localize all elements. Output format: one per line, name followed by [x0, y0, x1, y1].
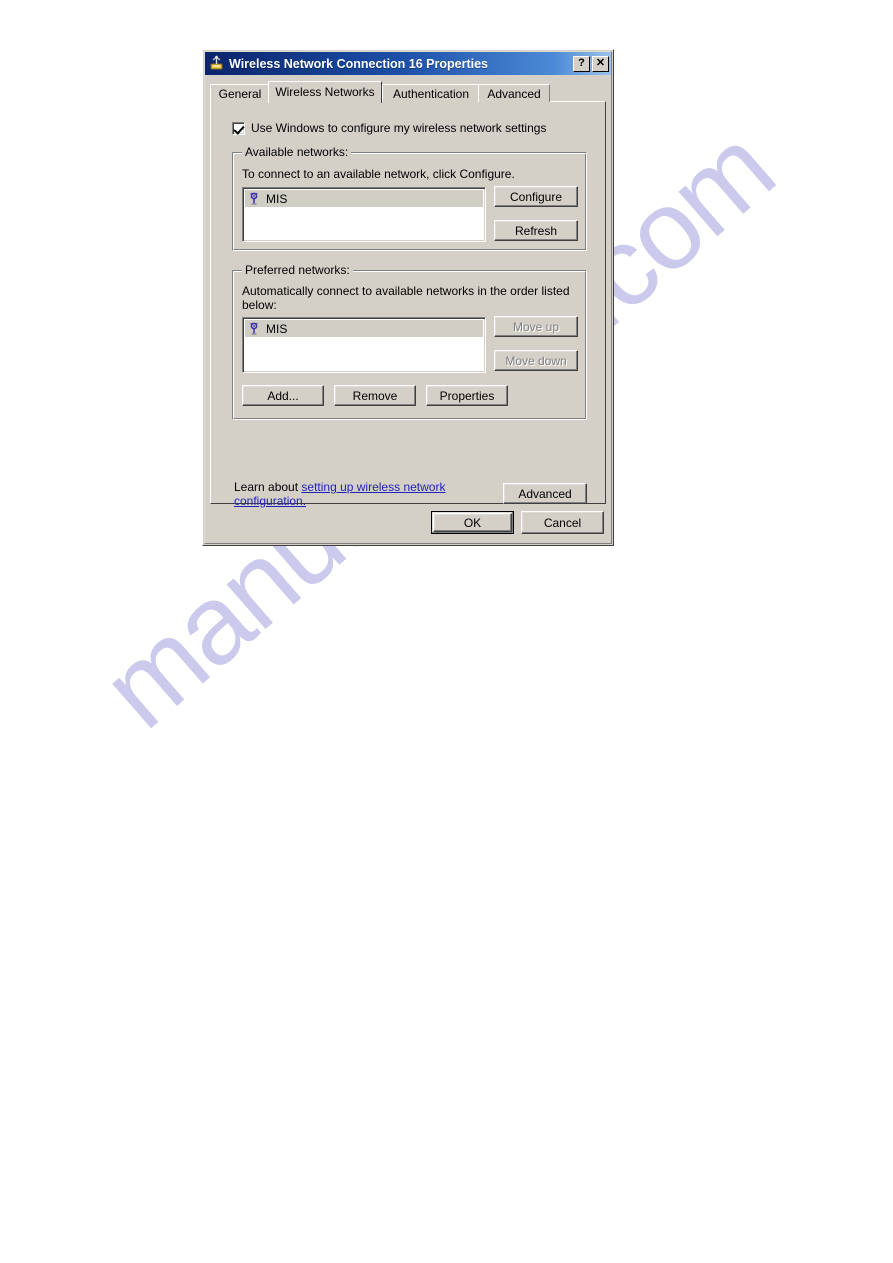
- tab-authentication[interactable]: Authentication: [382, 84, 480, 102]
- learn-about-prefix: Learn about: [234, 480, 302, 494]
- properties-button-label: Properties: [439, 388, 495, 403]
- help-button-label: ?: [578, 57, 585, 69]
- move-down-button[interactable]: Move down: [494, 350, 578, 371]
- move-down-button-label: Move down: [505, 353, 567, 368]
- refresh-button-label: Refresh: [514, 223, 558, 238]
- list-item[interactable]: MIS: [245, 320, 483, 337]
- tab-general-label: General: [218, 86, 262, 101]
- close-icon: ✕: [595, 57, 606, 69]
- tab-advanced-label: Advanced: [487, 86, 541, 101]
- learn-about-text: Learn about setting up wireless network …: [234, 480, 484, 508]
- list-item-label: MIS: [266, 321, 288, 336]
- use-windows-checkbox-row[interactable]: Use Windows to configure my wireless net…: [232, 121, 546, 135]
- preferred-networks-group: Preferred networks: Automatically connec…: [232, 263, 587, 420]
- available-networks-group: Available networks: To connect to an ava…: [232, 145, 587, 251]
- close-button[interactable]: ✕: [592, 55, 609, 72]
- configure-button[interactable]: Configure: [494, 186, 578, 207]
- tab-wireless-networks-label: Wireless Networks: [275, 84, 375, 99]
- cancel-button[interactable]: Cancel: [521, 511, 604, 534]
- help-button[interactable]: ?: [573, 55, 590, 72]
- tab-advanced[interactable]: Advanced: [478, 84, 550, 102]
- title-bar: Wireless Network Connection 16 Propertie…: [205, 52, 611, 75]
- available-networks-group-title: Available networks:: [242, 145, 352, 159]
- preferred-networks-listbox[interactable]: MIS: [242, 317, 486, 373]
- list-item[interactable]: MIS: [245, 190, 483, 207]
- advanced-button[interactable]: Advanced: [503, 483, 587, 504]
- add-button-label: Add...: [267, 388, 299, 403]
- window-title: Wireless Network Connection 16 Propertie…: [229, 56, 488, 71]
- preferred-networks-group-title: Preferred networks:: [242, 263, 353, 277]
- ok-button[interactable]: OK: [431, 511, 514, 534]
- add-button[interactable]: Add...: [242, 385, 324, 406]
- tab-page-wireless-networks: Use Windows to configure my wireless net…: [210, 101, 606, 508]
- properties-dialog: Wireless Network Connection 16 Propertie…: [202, 49, 614, 546]
- available-networks-description: To connect to an available network, clic…: [242, 167, 515, 181]
- tab-authentication-label: Authentication: [392, 86, 470, 101]
- configure-button-label: Configure: [509, 189, 563, 204]
- move-up-button[interactable]: Move up: [494, 316, 578, 337]
- move-up-button-label: Move up: [512, 319, 560, 334]
- remove-button-label: Remove: [352, 388, 398, 403]
- tab-strip: General Wireless Networks Authentication…: [210, 81, 606, 103]
- tab-wireless-networks[interactable]: Wireless Networks: [268, 81, 382, 103]
- cancel-button-label: Cancel: [543, 515, 582, 530]
- properties-button[interactable]: Properties: [426, 385, 508, 406]
- list-item-label: MIS: [266, 191, 288, 206]
- use-windows-checkbox-label: Use Windows to configure my wireless net…: [251, 121, 547, 135]
- refresh-button[interactable]: Refresh: [494, 220, 578, 241]
- use-windows-checkbox[interactable]: [232, 121, 245, 135]
- remove-button[interactable]: Remove: [334, 385, 416, 406]
- preferred-networks-description-line2: below:: [242, 298, 277, 312]
- wireless-signal-icon: [246, 321, 262, 337]
- advanced-button-label: Advanced: [518, 486, 572, 501]
- ok-button-label: OK: [463, 515, 482, 530]
- wireless-network-icon: [208, 55, 225, 72]
- wireless-signal-icon: [246, 191, 262, 207]
- available-networks-listbox[interactable]: MIS: [242, 187, 486, 242]
- tab-general[interactable]: General: [210, 84, 270, 102]
- preferred-networks-description-line1: Automatically connect to available netwo…: [242, 284, 570, 298]
